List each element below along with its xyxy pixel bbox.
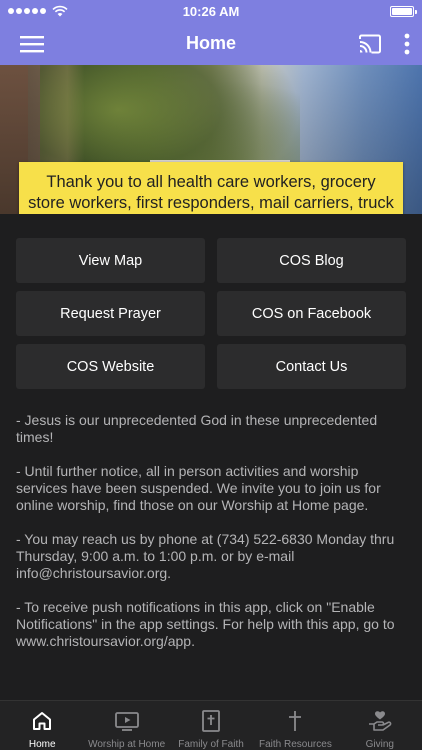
tab-giving[interactable]: Giving (338, 701, 422, 750)
hero-banner: Thank you to all health care workers, gr… (0, 65, 422, 214)
tab-faith-resources[interactable]: Faith Resources (253, 701, 337, 750)
bible-cross-icon (200, 709, 222, 733)
tab-label: Worship at Home (88, 739, 166, 750)
cast-icon[interactable] (358, 34, 382, 54)
battery-icon (390, 5, 417, 17)
cos-blog-button[interactable]: COS Blog (217, 238, 406, 283)
tab-label: Family of Faith (178, 739, 244, 750)
tab-worship-at-home[interactable]: Worship at Home (84, 701, 168, 750)
bottom-tab-bar: Home Worship at Home Family of Faith Fai… (0, 700, 422, 750)
tab-label: Giving (365, 739, 394, 750)
tab-family-of-faith[interactable]: Family of Faith (169, 701, 253, 750)
info-paragraph: - Jesus is our unprecedented God in thes… (16, 412, 378, 445)
view-map-button[interactable]: View Map (16, 238, 205, 283)
cos-facebook-button[interactable]: COS on Facebook (217, 291, 406, 336)
tab-label: Faith Resources (259, 739, 332, 750)
quick-links-grid: View Map COS Blog Request Prayer COS on … (16, 238, 406, 389)
cos-website-button[interactable]: COS Website (16, 344, 205, 389)
info-paragraph: - Until further notice, all in person ac… (16, 463, 381, 513)
more-vertical-icon[interactable] (404, 33, 410, 55)
tv-play-icon (114, 709, 140, 733)
status-bar: 10:26 AM (0, 0, 422, 22)
home-icon (31, 709, 53, 733)
signal-dots-icon (8, 8, 46, 14)
request-prayer-button[interactable]: Request Prayer (16, 291, 205, 336)
info-paragraph: - You may reach us by phone at (734) 522… (16, 531, 395, 581)
cross-icon (286, 709, 304, 733)
info-paragraph: - To receive push notifications in this … (16, 599, 395, 649)
notice-banner: Thank you to all health care workers, gr… (19, 162, 403, 214)
wifi-icon (52, 5, 68, 17)
status-left (8, 5, 68, 17)
app-bar-actions (358, 33, 410, 55)
tab-label: Home (28, 739, 56, 750)
info-text: - Jesus is our unprecedented God in thes… (16, 412, 408, 667)
app-bar: Home (0, 22, 422, 65)
giving-hand-icon (367, 709, 393, 733)
hamburger-menu-icon[interactable] (20, 35, 44, 53)
tab-home[interactable]: Home (0, 701, 84, 750)
contact-us-button[interactable]: Contact Us (217, 344, 406, 389)
